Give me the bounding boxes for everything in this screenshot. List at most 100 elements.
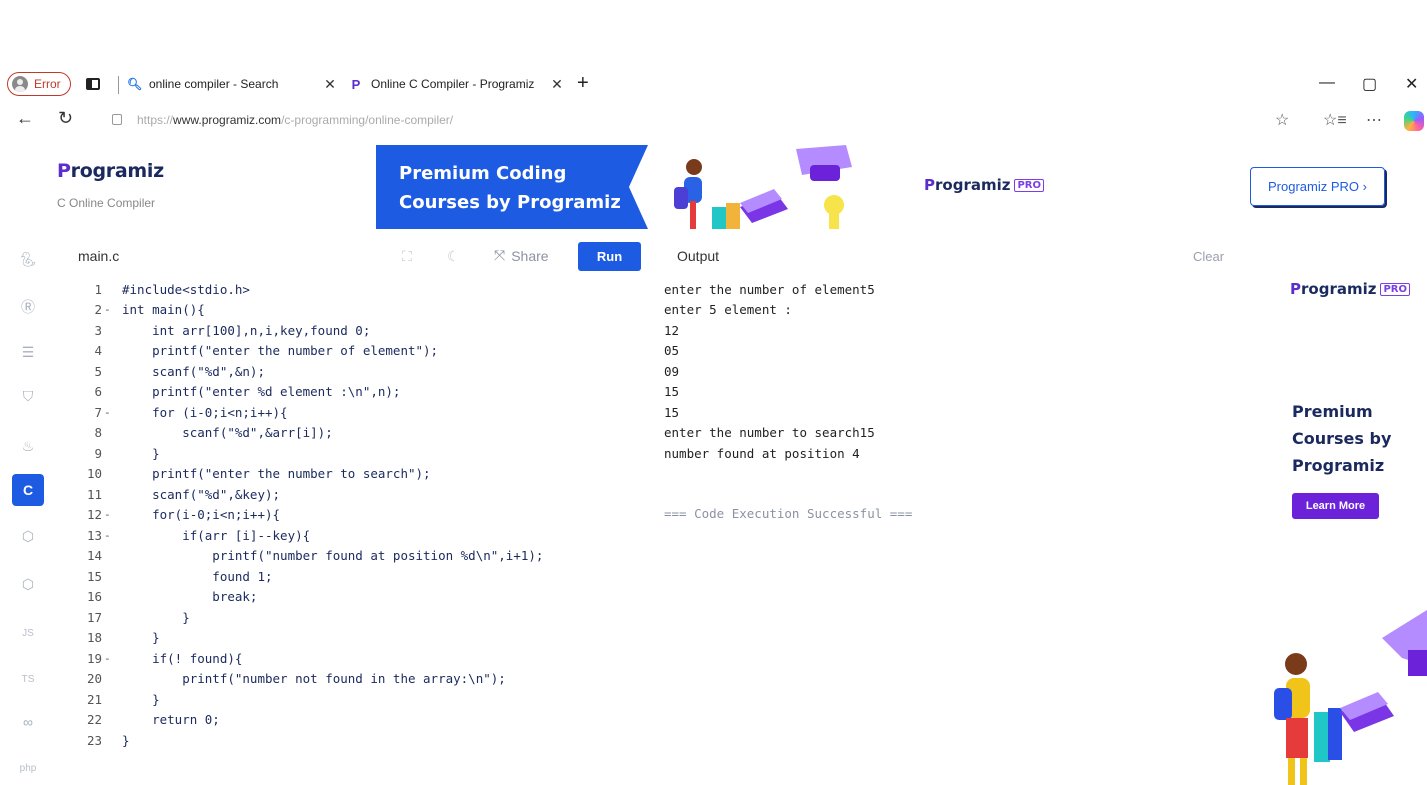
output-line: 05 — [664, 343, 680, 359]
cpp-icon[interactable]: ⬡ — [12, 520, 44, 552]
new-tab-button[interactable]: + — [577, 72, 589, 95]
maximize-icon[interactable]: ▢ — [1362, 74, 1377, 94]
line-number: 13 — [86, 527, 102, 543]
logo-mark: P — [57, 160, 71, 182]
line-number: 10 — [86, 466, 102, 482]
code-line[interactable]: 12- for(i-0;i<n;i++){ — [68, 505, 648, 526]
code-line[interactable]: 11 scanf("%d",&key); — [68, 484, 648, 505]
python-icon[interactable]: 🐍︎ — [12, 243, 44, 275]
fold-marker[interactable]: - — [104, 529, 112, 542]
line-number: 23 — [86, 732, 102, 748]
java-icon[interactable]: ♨ — [12, 430, 44, 462]
fold-marker[interactable]: - — [104, 652, 112, 665]
code-line[interactable]: 22 return 0; — [68, 710, 648, 731]
code-line[interactable]: 7- for (i-0;i<n;i++){ — [68, 402, 648, 423]
code-line[interactable]: 17 } — [68, 607, 648, 628]
typescript-icon[interactable]: TS — [12, 663, 44, 695]
refresh-icon[interactable]: ↻ — [58, 108, 73, 129]
php-icon[interactable]: php — [12, 752, 44, 784]
fold-marker[interactable]: - — [104, 508, 112, 521]
page-info-icon[interactable] — [112, 114, 122, 125]
line-number: 18 — [86, 630, 102, 646]
favorite-star-icon[interactable]: ☆ — [1275, 110, 1289, 130]
output-line: 09 — [664, 363, 680, 379]
code-line[interactable]: 6 printf("enter %d element :\n",n); — [68, 382, 648, 403]
profile-status: Error — [34, 77, 61, 91]
code-text: printf("enter the number to search"); — [122, 466, 431, 482]
code-editor[interactable]: 1 #include<stdio.h> 2- int main(){3 int arr… — [68, 279, 648, 751]
profile-button[interactable]: Error — [7, 72, 71, 96]
code-text: printf("number not found in the array:\n… — [122, 671, 506, 687]
code-line[interactable]: 16 break; — [68, 587, 648, 608]
favorites-icon[interactable]: ☆≡ — [1323, 110, 1347, 130]
code-line[interactable]: 21 } — [68, 689, 648, 710]
banner-line-1: Premium Coding — [399, 163, 567, 184]
run-button[interactable]: Run — [578, 242, 641, 271]
go-icon[interactable]: ∞ — [12, 706, 44, 738]
code-line[interactable]: 5 scanf("%d",&n); — [68, 361, 648, 382]
output-line: number found at position 4 — [664, 445, 860, 461]
code-line[interactable]: 18 } — [68, 628, 648, 649]
search-icon: 🔍︎ — [127, 77, 143, 91]
code-line[interactable]: 1 #include<stdio.h> — [68, 279, 648, 300]
code-line[interactable]: 14 printf("number found at position %d\n… — [68, 546, 648, 567]
url-field[interactable]: https://www.programiz.com/c-programming/… — [137, 113, 453, 127]
code-line[interactable]: 15 found 1; — [68, 566, 648, 587]
fold-marker[interactable]: - — [104, 406, 112, 419]
programiz-pro-button[interactable]: Programiz PRO › — [1250, 167, 1385, 206]
close-icon[interactable]: ✕ — [323, 76, 337, 93]
programiz-logo[interactable]: Programiz — [57, 160, 164, 182]
code-text: } — [122, 691, 160, 707]
line-number: 14 — [86, 548, 102, 564]
sql-icon[interactable]: ☰ — [12, 336, 44, 368]
fold-marker[interactable]: - — [104, 303, 112, 316]
side-ad-logo[interactable]: Programiz PRO — [1290, 280, 1410, 298]
code-text: return 0; — [122, 712, 220, 728]
line-number: 19 — [86, 650, 102, 666]
html-icon[interactable]: ⛉ — [12, 380, 44, 412]
output-console: enter the number of element5 enter 5 elem… — [664, 279, 1244, 464]
file-name-tab[interactable]: main.c — [78, 248, 119, 264]
code-line[interactable]: 9 } — [68, 443, 648, 464]
code-line[interactable]: 19- if(! found){ — [68, 648, 648, 669]
code-line[interactable]: 2- int main(){ — [68, 300, 648, 321]
page-subtitle: C Online Compiler — [57, 196, 156, 210]
back-icon[interactable]: ← — [16, 108, 34, 129]
clear-button[interactable]: Clear — [1193, 249, 1224, 264]
code-line[interactable]: 13- if(arr [i]--key){ — [68, 525, 648, 546]
output-line: enter the number to search15 — [664, 425, 875, 441]
c-icon[interactable]: C — [12, 474, 44, 506]
r-icon[interactable]: Ⓡ — [12, 291, 44, 323]
code-line[interactable]: 10 printf("enter the number to search"); — [68, 464, 648, 485]
line-number: 4 — [94, 343, 102, 359]
code-text: printf("enter %d element :\n",n); — [122, 384, 401, 400]
code-text: scanf("%d",&n); — [122, 363, 265, 379]
code-text: printf("enter the number of element"); — [122, 343, 439, 359]
promo-banner[interactable]: Premium Coding Courses by Programiz — [376, 145, 900, 229]
close-window-icon[interactable]: ✕ — [1405, 74, 1418, 94]
fullscreen-icon[interactable]: ⛶ — [402, 248, 412, 265]
close-icon[interactable]: ✕ — [550, 76, 564, 93]
javascript-icon[interactable]: JS — [12, 617, 44, 649]
minimize-icon[interactable]: — — [1319, 74, 1335, 92]
theme-toggle-icon[interactable]: ☾ — [447, 248, 460, 265]
tab-search[interactable]: 🔍︎ online compiler - Search ✕ — [127, 70, 337, 98]
url-path: /c-programming/online-compiler/ — [281, 113, 454, 127]
code-line[interactable]: 20 printf("number not found in the array… — [68, 669, 648, 690]
learn-more-button[interactable]: Learn More — [1292, 493, 1379, 519]
rail-label-ts: TS — [21, 673, 35, 685]
csharp-icon[interactable]: ⬡ — [12, 568, 44, 600]
code-line[interactable]: 8 scanf("%d",&arr[i]); — [68, 423, 648, 444]
code-line[interactable]: 3 int arr[100],n,i,key,found 0; — [68, 320, 648, 341]
code-line[interactable]: 23} — [68, 730, 648, 751]
tab-programiz[interactable]: P Online C Compiler - Programiz ✕ — [349, 70, 564, 98]
code-text: if(! found){ — [122, 650, 243, 666]
line-number: 3 — [94, 322, 102, 338]
more-icon[interactable]: ⋯ — [1366, 110, 1382, 130]
tab-actions-icon[interactable] — [86, 78, 100, 90]
share-label: Share — [511, 247, 549, 264]
code-text: int arr[100],n,i,key,found 0; — [122, 322, 371, 338]
copilot-icon[interactable] — [1404, 111, 1424, 131]
code-line[interactable]: 4 printf("enter the number of element"); — [68, 341, 648, 362]
share-button[interactable]: ⤧ Share — [494, 247, 549, 264]
